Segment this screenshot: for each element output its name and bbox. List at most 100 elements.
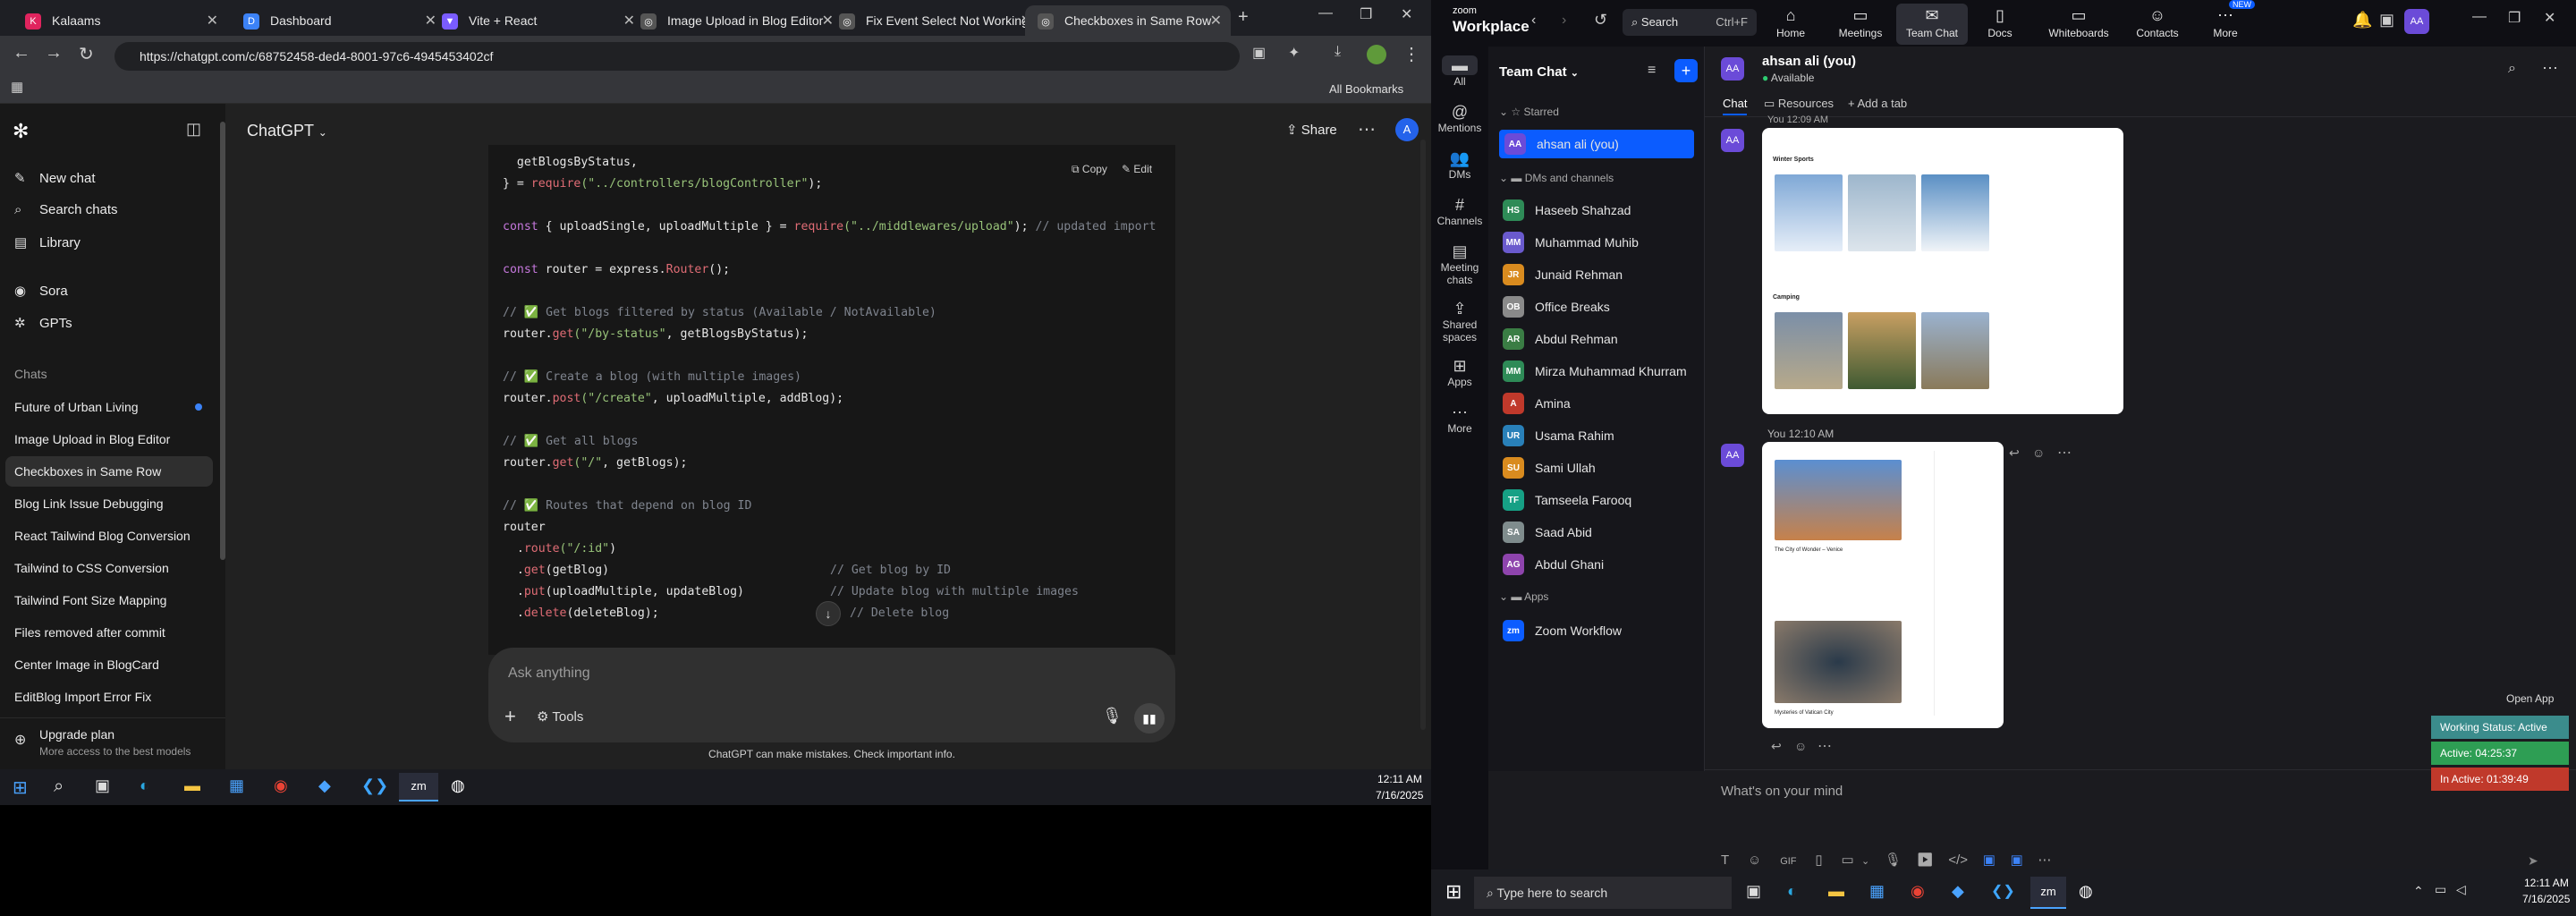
windows-start-icon[interactable]: ⊞ bbox=[13, 776, 28, 799]
network-icon[interactable]: ▭ bbox=[2435, 882, 2446, 897]
forward-icon[interactable]: → bbox=[45, 43, 63, 64]
add-attachment-icon[interactable]: + bbox=[504, 705, 516, 728]
chat-history-item-selected[interactable]: Checkboxes in Same Row bbox=[5, 456, 213, 487]
sora-button[interactable]: ◉ Sora bbox=[14, 283, 68, 299]
tray-chevron-icon[interactable]: ⌃ bbox=[2413, 884, 2424, 899]
all-bookmarks[interactable]: All Bookmarks bbox=[1329, 82, 1403, 96]
vscode-icon[interactable]: ❮❯ bbox=[1991, 882, 2015, 900]
image-attachment-card[interactable]: The City of Wonder – Venice Mysteries of… bbox=[1762, 442, 2004, 728]
more-options-icon[interactable]: ⋯ bbox=[1358, 118, 1376, 140]
open-app-button[interactable]: Open App bbox=[2506, 692, 2554, 705]
app-icon[interactable]: ◆ bbox=[318, 776, 331, 795]
emoji-icon[interactable]: ☺ bbox=[1794, 739, 1807, 753]
chat-history-item[interactable]: EditBlog Import Error Fix bbox=[5, 682, 213, 712]
scroll-down-icon[interactable]: ↓ bbox=[816, 601, 841, 626]
chat-history-item[interactable]: Files removed after commit bbox=[5, 617, 213, 648]
search-icon[interactable]: ⌕ bbox=[2508, 61, 2516, 77]
task-view-icon[interactable]: ▣ bbox=[1746, 882, 1761, 901]
copy-code-button[interactable]: ⧉ Copy bbox=[1072, 163, 1107, 176]
browser-tab-active[interactable]: ◎ Checkboxes in Same Row ✕ bbox=[1025, 5, 1231, 36]
search-chats-button[interactable]: ⌕ Search chats bbox=[14, 202, 118, 217]
browser-tab[interactable]: ▼ Vite + React ✕ bbox=[429, 5, 644, 36]
menu-icon[interactable]: ⋮ bbox=[1402, 43, 1420, 65]
send-icon[interactable]: ➤ bbox=[2528, 853, 2538, 869]
back-icon[interactable]: ‹ bbox=[1531, 13, 1536, 29]
apps-grid-icon[interactable]: ▦ bbox=[11, 79, 23, 95]
message-more-icon[interactable]: ⋯ bbox=[1818, 737, 1832, 755]
list-item-dm[interactable]: AG Abdul Ghani bbox=[1503, 550, 1695, 579]
apps-heading[interactable]: ⌄ ▬ Apps bbox=[1499, 590, 1548, 603]
list-item-me[interactable]: AA ahsan ali (you) bbox=[1499, 130, 1694, 158]
tab-whiteboards[interactable]: ▭ Whiteboards bbox=[2036, 4, 2122, 45]
download-icon[interactable]: ⤓ bbox=[1335, 44, 1341, 60]
bell-icon[interactable]: 🔔 bbox=[2352, 11, 2372, 30]
list-item-dm[interactable]: A Amina bbox=[1503, 389, 1695, 418]
upgrade-plan-button[interactable]: ⊕ Upgrade plan More access to the best m… bbox=[0, 717, 225, 769]
list-item-dm[interactable]: SA Saad Abid bbox=[1503, 518, 1695, 547]
openai-logo-icon[interactable]: ✻ bbox=[13, 120, 29, 143]
list-item-dm[interactable]: MM Muhammad Muhib bbox=[1503, 228, 1695, 257]
list-item-dm[interactable]: JR Junaid Rehman bbox=[1503, 260, 1695, 289]
list-item-dm[interactable]: TF Tamseela Farooq bbox=[1503, 486, 1695, 514]
tab-meetings[interactable]: ▭ Meetings bbox=[1825, 4, 1896, 45]
close-icon[interactable]: ✕ bbox=[207, 12, 218, 30]
close-icon[interactable]: ✕ bbox=[1210, 12, 1222, 30]
profile-avatar[interactable] bbox=[1367, 45, 1386, 64]
message-more-icon[interactable]: ⋯ bbox=[2057, 444, 2072, 462]
browser-tab[interactable]: D Dashboard ✕ bbox=[231, 5, 445, 36]
emoji-icon[interactable]: ☺ bbox=[2032, 445, 2045, 460]
chat-history-item[interactable]: React Tailwind Blog Conversion bbox=[5, 521, 213, 551]
mic-icon[interactable]: 🎙 bbox=[1885, 852, 1902, 868]
rail-mentions[interactable]: @ Mentions bbox=[1431, 102, 1488, 134]
reply-icon[interactable]: ↩ bbox=[1771, 739, 1782, 754]
edit-code-button[interactable]: ✎ Edit bbox=[1122, 163, 1152, 175]
file-explorer-icon[interactable]: ▬ bbox=[184, 776, 200, 795]
rail-all[interactable]: ▬ All bbox=[1431, 55, 1488, 88]
rail-more[interactable]: ⋯ More bbox=[1431, 403, 1488, 435]
maximize-icon[interactable]: ❐ bbox=[1360, 5, 1372, 23]
share-button[interactable]: ⇪ Share bbox=[1286, 122, 1337, 138]
message-input[interactable]: What's on your mind bbox=[1721, 784, 1843, 799]
list-item-dm[interactable]: UR Usama Rahim bbox=[1503, 421, 1695, 450]
sidebar-toggle-icon[interactable]: ◫ bbox=[186, 120, 201, 139]
store-icon[interactable]: ▦ bbox=[1869, 882, 1885, 901]
voice-mode-icon[interactable]: ▮▮ bbox=[1134, 703, 1165, 734]
chat-history-item[interactable]: Future of Urban Living bbox=[5, 392, 213, 422]
app-icon[interactable]: ◍ bbox=[2079, 882, 2093, 901]
edge-icon[interactable]: ◐ bbox=[1787, 882, 1797, 901]
close-window-icon[interactable]: ✕ bbox=[2544, 9, 2555, 27]
add-tab-button[interactable]: + Add a tab bbox=[1848, 97, 1907, 110]
forward-icon[interactable]: › bbox=[1562, 13, 1566, 29]
chevron-down-icon[interactable]: ⌄ bbox=[1861, 856, 1869, 867]
rail-dms[interactable]: 👥 DMs bbox=[1431, 148, 1488, 181]
code-icon[interactable]: </> bbox=[1948, 852, 1968, 868]
chat-history-item[interactable]: Image Upload in Blog Editor bbox=[5, 424, 213, 454]
microphone-icon[interactable]: 🎙 bbox=[1102, 707, 1123, 725]
chrome-icon[interactable]: ◉ bbox=[1911, 882, 1925, 901]
rail-meeting-chats[interactable]: ▤ Meeting chats bbox=[1431, 242, 1488, 286]
tools-button[interactable]: ⚙ Tools bbox=[537, 708, 583, 725]
emoji-icon[interactable]: ☺ bbox=[1748, 852, 1761, 868]
new-tab-icon[interactable]: + bbox=[1238, 7, 1249, 28]
starred-heading[interactable]: ⌄ ☆ Starred bbox=[1499, 106, 1559, 118]
maximize-icon[interactable]: ❐ bbox=[2508, 9, 2521, 27]
browser-tab[interactable]: ◎Fix Event Select Not Working✕ bbox=[826, 5, 1041, 36]
file-explorer-icon[interactable]: ▬ bbox=[1828, 882, 1844, 901]
search-field[interactable]: ⌕ Search Ctrl+F bbox=[1623, 9, 1757, 36]
chat-history-item[interactable]: Blog Link Issue Debugging bbox=[5, 488, 213, 519]
app-icon[interactable]: ◆ bbox=[1952, 882, 1964, 901]
minimize-icon[interactable]: — bbox=[2472, 9, 2487, 25]
image-attachment-card[interactable]: Winter Sports Camping bbox=[1762, 128, 2123, 414]
list-item-dm[interactable]: SU Sami Ullah bbox=[1503, 454, 1695, 482]
filter-icon[interactable]: ≡ bbox=[1648, 63, 1656, 79]
reply-icon[interactable]: ↩ bbox=[2009, 445, 2020, 461]
ask-input[interactable]: Ask anything bbox=[508, 666, 590, 682]
format-icon[interactable]: T bbox=[1721, 852, 1729, 868]
profile-avatar[interactable]: AA bbox=[2404, 9, 2429, 34]
tab-resources[interactable]: ▭ Resources bbox=[1764, 97, 1834, 111]
compose-plus-button[interactable]: + bbox=[1674, 59, 1698, 82]
chat-header-name[interactable]: ahsan ali (you) bbox=[1762, 54, 1856, 69]
vscode-icon[interactable]: ❮❯ bbox=[361, 776, 388, 795]
puzzle-icon[interactable]: ✦ bbox=[1288, 44, 1300, 62]
list-item-app[interactable]: zm Zoom Workflow bbox=[1503, 616, 1695, 645]
